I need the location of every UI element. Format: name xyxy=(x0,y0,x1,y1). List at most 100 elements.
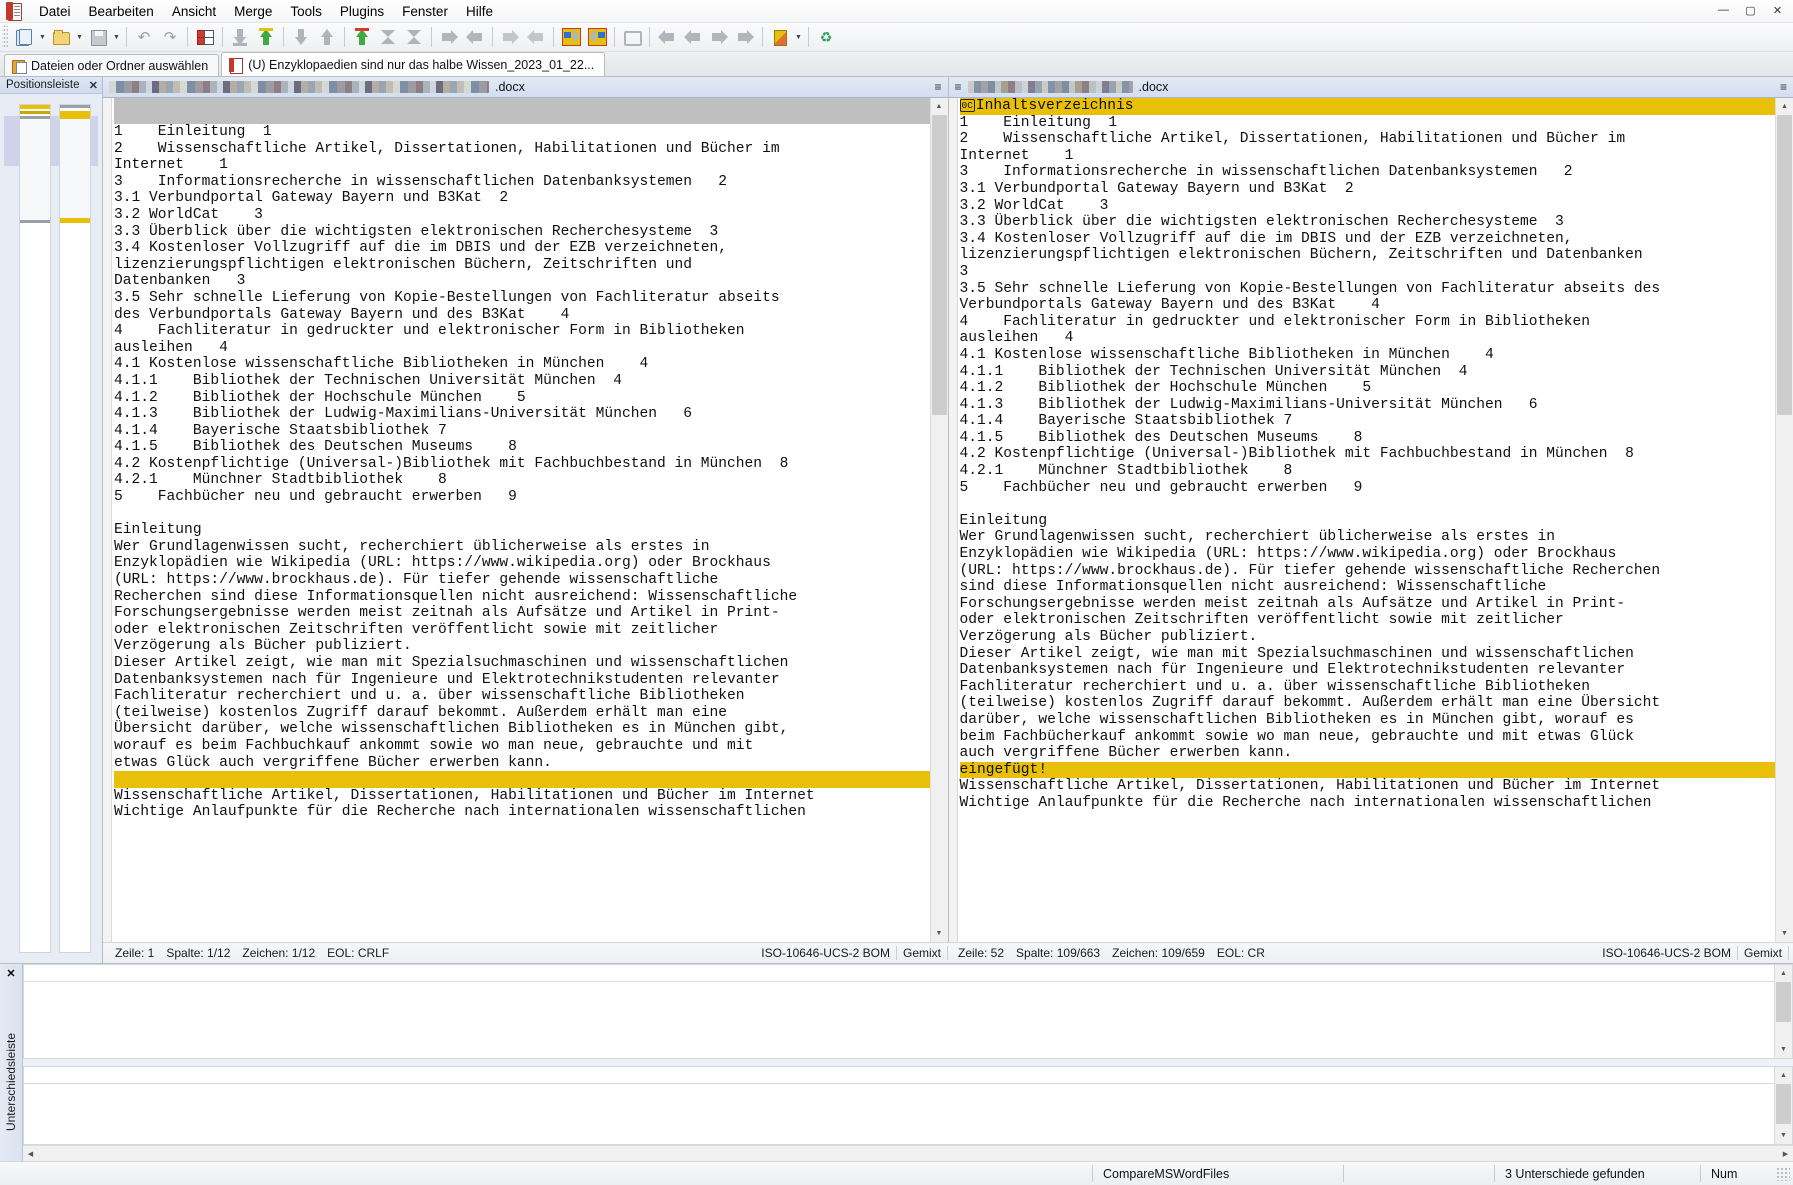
new-compare-icon[interactable] xyxy=(11,24,37,50)
open-folder-icon[interactable] xyxy=(48,24,74,50)
text-line[interactable]: 4.1 Kostenlose wissenschaftliche Bibliot… xyxy=(114,356,930,373)
right-pane-menu-icon[interactable]: ≡ xyxy=(955,80,962,94)
prev-conflict-icon[interactable] xyxy=(680,24,706,50)
text-line[interactable]: Wer Grundlagenwissen sucht, recherchiert… xyxy=(114,539,930,556)
text-line[interactable]: Wichtige Anlaufpunkte für die Recherche … xyxy=(960,795,1776,812)
difference-list-bottom-scrollbar[interactable]: ▲ ▼ xyxy=(1774,1067,1792,1144)
text-line[interactable] xyxy=(114,506,930,523)
text-line[interactable]: 3.4 Kostenloser Vollzugriff auf die im D… xyxy=(114,240,930,257)
text-line[interactable]: etwas Glück auch vergriffene Bücher erwe… xyxy=(114,755,930,772)
text-line[interactable]: Einleitung xyxy=(960,513,1776,530)
scroll-up-icon[interactable]: ▲ xyxy=(1776,98,1793,115)
highlight-icon[interactable] xyxy=(767,24,793,50)
scroll-up-icon[interactable]: ▲ xyxy=(1775,965,1792,982)
text-line[interactable]: lizenzierungspflichtigen elektronischen … xyxy=(114,257,930,274)
location-pane-body[interactable] xyxy=(0,94,102,963)
tab-select-files[interactable]: Dateien oder Ordner auswählen xyxy=(4,54,220,76)
text-line[interactable]: 4.2.1 Münchner Stadtbibliothek 8 xyxy=(114,472,930,489)
menu-ansicht[interactable]: Ansicht xyxy=(163,1,225,22)
scroll-track[interactable] xyxy=(38,1146,1778,1161)
text-line[interactable]: 4.1.1 Bibliothek der Technischen Univers… xyxy=(960,364,1776,381)
next-file-icon[interactable] xyxy=(732,24,758,50)
highlight-dropdown-icon[interactable]: ▼ xyxy=(793,25,804,49)
text-line[interactable]: 4.1.4 Bayerische Staatsbibliothek 7 xyxy=(960,413,1776,430)
new-compare-dropdown-icon[interactable]: ▼ xyxy=(37,25,48,49)
left-text-lines[interactable]: 1 Einleitung 12 Wissenschaftliche Artike… xyxy=(112,98,930,821)
text-line[interactable]: (URL: https://www.brockhaus.de). Für tie… xyxy=(960,563,1776,580)
copy-left-up-icon[interactable] xyxy=(253,24,279,50)
text-line[interactable]: 4.1 Kostenlose wissenschaftliche Bibliot… xyxy=(960,347,1776,364)
text-line[interactable]: Internet 1 xyxy=(114,157,930,174)
text-line[interactable]: (teilweise) kostenlos Zugriff darauf bek… xyxy=(960,695,1776,712)
text-line[interactable]: 4.2.1 Münchner Stadtbibliothek 8 xyxy=(960,463,1776,480)
menu-bearbeiten[interactable]: Bearbeiten xyxy=(80,1,163,22)
diff-blocks-icon[interactable] xyxy=(192,24,218,50)
right-pane-options-icon[interactable]: ≡ xyxy=(1780,80,1787,94)
previous-difference-icon[interactable] xyxy=(584,24,610,50)
scroll-right-icon[interactable]: ▶ xyxy=(1778,1146,1793,1161)
scroll-thumb[interactable] xyxy=(931,115,947,415)
menu-fenster[interactable]: Fenster xyxy=(393,1,457,22)
scroll-left-icon[interactable]: ◀ xyxy=(23,1146,38,1161)
copy-all-up-icon[interactable] xyxy=(349,24,375,50)
left-pane-menu-icon[interactable]: ≡ xyxy=(934,80,941,94)
difference-list-top-rows[interactable] xyxy=(24,982,1774,1058)
undo-icon[interactable]: ↶ xyxy=(131,24,157,50)
text-line[interactable]: 3.2 WorldCat 3 xyxy=(960,198,1776,215)
right-text-lines[interactable]: 0C Inhaltsverzeichnis 1 Einleitung 12 Wiss… xyxy=(958,98,1776,812)
difference-list-bottom-body[interactable] xyxy=(24,1067,1774,1144)
text-line[interactable]: 2 Wissenschaftliche Artikel, Dissertatio… xyxy=(960,131,1776,148)
text-line[interactable]: Verzögerung als Bücher publiziert. xyxy=(960,629,1776,646)
next-diff-collapse-icon[interactable] xyxy=(375,24,401,50)
menu-tools[interactable]: Tools xyxy=(281,1,331,22)
text-line[interactable]: 3.4 Kostenloser Vollzugriff auf die im D… xyxy=(960,231,1776,248)
scroll-track[interactable] xyxy=(1775,982,1792,1041)
scroll-thumb[interactable] xyxy=(1777,115,1792,415)
text-line[interactable]: Enzyklopädien wie Wikipedia (URL: https:… xyxy=(114,555,930,572)
text-line[interactable]: oder elektronischen Zeitschriften veröff… xyxy=(114,622,930,639)
prev-diff-collapse-icon[interactable] xyxy=(401,24,427,50)
text-line[interactable]: Wissenschaftliche Artikel, Dissertatione… xyxy=(960,778,1776,795)
text-line[interactable]: 4.1.2 Bibliothek der Hochschule München … xyxy=(114,390,930,407)
text-line[interactable]: Internet 1 xyxy=(960,148,1776,165)
text-line[interactable]: 0C Inhaltsverzeichnis xyxy=(959,98,1775,115)
text-line[interactable]: 4.1.5 Bibliothek des Deutschen Museums 8 xyxy=(960,430,1776,447)
text-line[interactable]: 4.2 Kostenpflichtige (Universal-)Bibliot… xyxy=(114,456,930,473)
prev-file-icon[interactable] xyxy=(654,24,680,50)
text-line[interactable]: 4.1.1 Bibliothek der Technischen Univers… xyxy=(114,373,930,390)
refresh-icon[interactable]: ♻ xyxy=(813,24,839,50)
redo-icon[interactable]: ↷ xyxy=(157,24,183,50)
menu-hilfe[interactable]: Hilfe xyxy=(457,1,502,22)
text-line[interactable]: Wissenschaftliche Artikel, Dissertatione… xyxy=(114,788,930,805)
next-difference-icon[interactable] xyxy=(558,24,584,50)
difference-list-bottom[interactable]: ▲ ▼ xyxy=(23,1066,1793,1145)
save-icon[interactable] xyxy=(85,24,111,50)
copy-to-left-icon[interactable] xyxy=(314,24,340,50)
text-line[interactable]: auch vergriffene Bücher erwerben kann. xyxy=(960,745,1776,762)
scroll-thumb[interactable] xyxy=(1776,982,1791,1022)
text-line[interactable]: 4.1.4 Bayerische Staatsbibliothek 7 xyxy=(114,423,930,440)
text-line[interactable]: 3.2 WorldCat 3 xyxy=(114,207,930,224)
text-line[interactable]: 2 Wissenschaftliche Artikel, Dissertatio… xyxy=(114,141,930,158)
text-line[interactable]: Forschungsergebnisse werden meist zeitna… xyxy=(960,596,1776,613)
maximize-button[interactable]: ▢ xyxy=(1737,0,1764,20)
copy-right-down-icon[interactable] xyxy=(227,24,253,50)
menu-datei[interactable]: Datei xyxy=(30,1,80,22)
scroll-thumb[interactable] xyxy=(1776,1084,1791,1124)
text-line[interactable]: (teilweise) kostenlos Zugriff darauf bek… xyxy=(114,705,930,722)
text-line[interactable]: 4 Fachliteratur in gedruckter und elektr… xyxy=(960,314,1776,331)
text-line[interactable]: lizenzierungspflichtigen elektronischen … xyxy=(960,247,1776,264)
text-line[interactable]: 4.2 Kostenpflichtige (Universal-)Bibliot… xyxy=(960,446,1776,463)
text-line[interactable]: Verzögerung als Bücher publiziert. xyxy=(114,638,930,655)
text-line[interactable]: Wer Grundlagenwissen sucht, recherchiert… xyxy=(960,529,1776,546)
text-line[interactable]: 3.5 Sehr schnelle Lieferung von Kopie-Be… xyxy=(114,290,930,307)
text-line[interactable]: Dieser Artikel zeigt, wie man mit Spezia… xyxy=(960,646,1776,663)
difference-list-horizontal-scrollbar[interactable]: ◀ ▶ xyxy=(23,1145,1793,1161)
text-line[interactable]: Wichtige Anlaufpunkte für die Recherche … xyxy=(114,804,930,821)
difference-list-splitter[interactable] xyxy=(23,1059,1793,1066)
text-line[interactable] xyxy=(114,771,930,788)
text-line[interactable]: 1 Einleitung 1 xyxy=(114,124,930,141)
text-line[interactable]: Recherchen sind diese Informationsquelle… xyxy=(114,589,930,606)
text-line[interactable]: 4.1.5 Bibliothek des Deutschen Museums 8 xyxy=(114,439,930,456)
first-difference-icon[interactable] xyxy=(619,24,645,50)
